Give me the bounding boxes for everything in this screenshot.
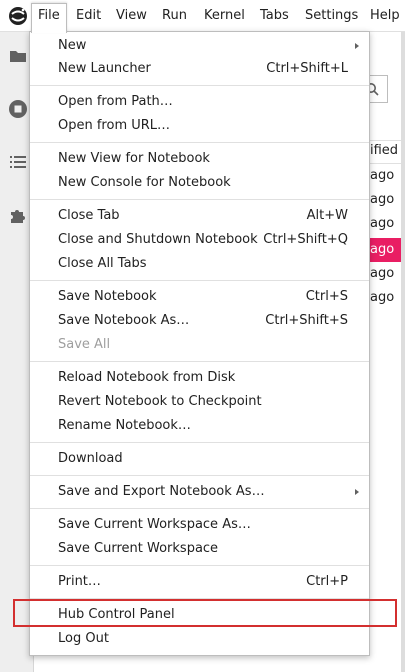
file-row-modified[interactable]: ago <box>370 188 405 212</box>
menu-item-label: Save and Export Notebook As… <box>58 484 265 499</box>
file-row-modified[interactable]: ago <box>370 286 405 310</box>
highlight-hub-control-panel <box>13 599 397 627</box>
menu-item-reload-notebook-from-disk[interactable]: Reload Notebook from Disk <box>30 366 369 390</box>
menu-item-label: Save All <box>58 337 111 352</box>
menu-item-new-view-for-notebook[interactable]: New View for Notebook <box>30 147 369 171</box>
menu-settings[interactable]: Settings <box>299 4 364 28</box>
menu-run[interactable]: Run <box>156 4 193 28</box>
running-stop-icon[interactable] <box>8 99 28 119</box>
menu-item-save-current-workspace-as[interactable]: Save Current Workspace As… <box>30 513 369 537</box>
menu-item-label: Save Notebook As… <box>58 313 190 328</box>
menu-item-label: Log Out <box>58 631 109 646</box>
menu-item-save-and-export-notebook-as[interactable]: Save and Export Notebook As… <box>30 480 369 504</box>
menu-separator <box>30 475 369 476</box>
menu-item-label: Save Current Workspace <box>58 541 219 556</box>
menu-item-rename-notebook[interactable]: Rename Notebook… <box>30 414 369 438</box>
file-menu-dropdown: New New Launcher Ctrl+Shift+L Open from … <box>29 31 370 656</box>
column-header-modified[interactable]: ified <box>370 143 398 158</box>
menu-item-label: Close All Tabs <box>58 256 147 271</box>
menu-item-label: New <box>58 38 87 53</box>
menu-item-new[interactable]: New <box>30 34 369 58</box>
menu-separator <box>30 442 369 443</box>
menu-item-save-notebook-as[interactable]: Save Notebook As… Ctrl+Shift+S <box>30 309 369 333</box>
menu-item-label: Download <box>58 451 123 466</box>
jupyter-logo-icon[interactable] <box>8 6 28 26</box>
menu-item-revert-notebook-to-checkpoint[interactable]: Revert Notebook to Checkpoint <box>30 390 369 414</box>
menu-item-shortcut: Ctrl+P <box>306 574 348 589</box>
menu-item-label: Rename Notebook… <box>58 418 191 433</box>
menu-item-download[interactable]: Download <box>30 447 369 471</box>
menu-tabs[interactable]: Tabs <box>254 4 295 28</box>
menu-kernel[interactable]: Kernel <box>198 4 251 28</box>
scrollbar[interactable] <box>401 32 405 672</box>
menu-item-label: New Launcher <box>58 61 151 76</box>
folder-icon[interactable] <box>8 46 28 66</box>
menu-item-open-from-url[interactable]: Open from URL… <box>30 114 369 138</box>
menu-item-close-all-tabs[interactable]: Close All Tabs <box>30 252 369 276</box>
menu-separator <box>30 361 369 362</box>
menu-item-label: Open from URL… <box>58 118 171 133</box>
menu-edit[interactable]: Edit <box>70 4 107 28</box>
menu-separator <box>30 85 369 86</box>
menu-item-shortcut: Ctrl+S <box>305 289 348 304</box>
extension-puzzle-icon[interactable] <box>8 205 28 225</box>
toc-list-icon[interactable] <box>8 152 28 172</box>
menu-help[interactable]: Help <box>364 4 405 28</box>
menu-item-label: Revert Notebook to Checkpoint <box>58 394 262 409</box>
menu-item-save-notebook[interactable]: Save Notebook Ctrl+S <box>30 285 369 309</box>
menu-item-shortcut: Ctrl+Shift+S <box>265 313 348 328</box>
file-row-modified[interactable]: ago <box>370 262 405 286</box>
menubar: File Edit View Run Kernel Tabs Settings … <box>0 0 405 33</box>
file-row-modified[interactable]: ago <box>370 212 405 236</box>
menu-separator <box>30 199 369 200</box>
menu-separator <box>30 565 369 566</box>
menu-item-label: Close and Shutdown Notebook <box>58 232 258 247</box>
menu-item-label: Save Current Workspace As… <box>58 517 251 532</box>
menu-view[interactable]: View <box>110 4 153 28</box>
menu-item-label: New View for Notebook <box>58 151 210 166</box>
menu-item-close-tab[interactable]: Close Tab Alt+W <box>30 204 369 228</box>
menu-item-close-and-shutdown-notebook[interactable]: Close and Shutdown Notebook Ctrl+Shift+Q <box>30 228 369 252</box>
menu-item-shortcut: Ctrl+Shift+Q <box>263 232 348 247</box>
file-row-modified[interactable]: ago <box>370 164 405 188</box>
menu-item-print[interactable]: Print… Ctrl+P <box>30 570 369 594</box>
file-row-modified-selected[interactable]: ago <box>368 238 405 262</box>
menu-item-new-launcher[interactable]: New Launcher Ctrl+Shift+L <box>30 57 369 81</box>
submenu-arrow-icon <box>355 43 359 49</box>
menu-item-save-all: Save All <box>30 333 369 357</box>
menu-item-label: New Console for Notebook <box>58 175 231 190</box>
menu-separator <box>30 280 369 281</box>
menu-item-shortcut: Ctrl+Shift+L <box>266 61 348 76</box>
menu-item-log-out[interactable]: Log Out <box>30 627 369 651</box>
menu-item-label: Print… <box>58 574 101 589</box>
menu-item-shortcut: Alt+W <box>306 208 348 223</box>
submenu-arrow-icon <box>355 489 359 495</box>
menu-item-label: Reload Notebook from Disk <box>58 370 236 385</box>
menu-separator <box>30 142 369 143</box>
menu-item-new-console-for-notebook[interactable]: New Console for Notebook <box>30 171 369 195</box>
menu-item-label: Close Tab <box>58 208 120 223</box>
menu-file[interactable]: File <box>31 3 67 33</box>
menu-item-label: Save Notebook <box>58 289 157 304</box>
menu-item-label: Open from Path… <box>58 94 173 109</box>
menu-item-open-from-path[interactable]: Open from Path… <box>30 90 369 114</box>
menu-item-save-current-workspace[interactable]: Save Current Workspace <box>30 537 369 561</box>
menu-separator <box>30 508 369 509</box>
